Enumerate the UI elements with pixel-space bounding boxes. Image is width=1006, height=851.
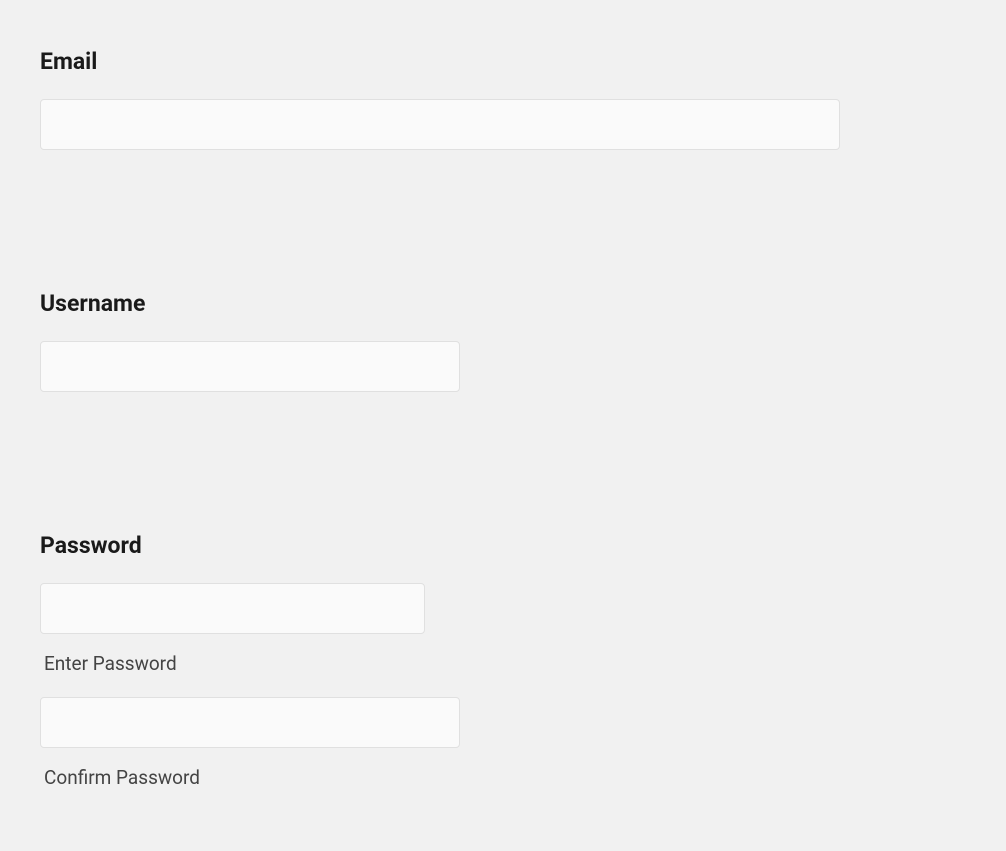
- registration-form: Email Username Password Enter Password C…: [0, 0, 1006, 851]
- email-label: Email: [40, 48, 966, 75]
- confirm-password-field[interactable]: [40, 697, 460, 748]
- password-group: Password Enter Password Confirm Password: [40, 532, 966, 789]
- enter-password-sublabel: Enter Password: [40, 652, 966, 675]
- email-group: Email: [40, 48, 966, 150]
- password-label: Password: [40, 532, 966, 559]
- email-field[interactable]: [40, 99, 840, 150]
- password-field[interactable]: [40, 583, 425, 634]
- username-field[interactable]: [40, 341, 460, 392]
- username-group: Username: [40, 290, 966, 392]
- username-label: Username: [40, 290, 966, 317]
